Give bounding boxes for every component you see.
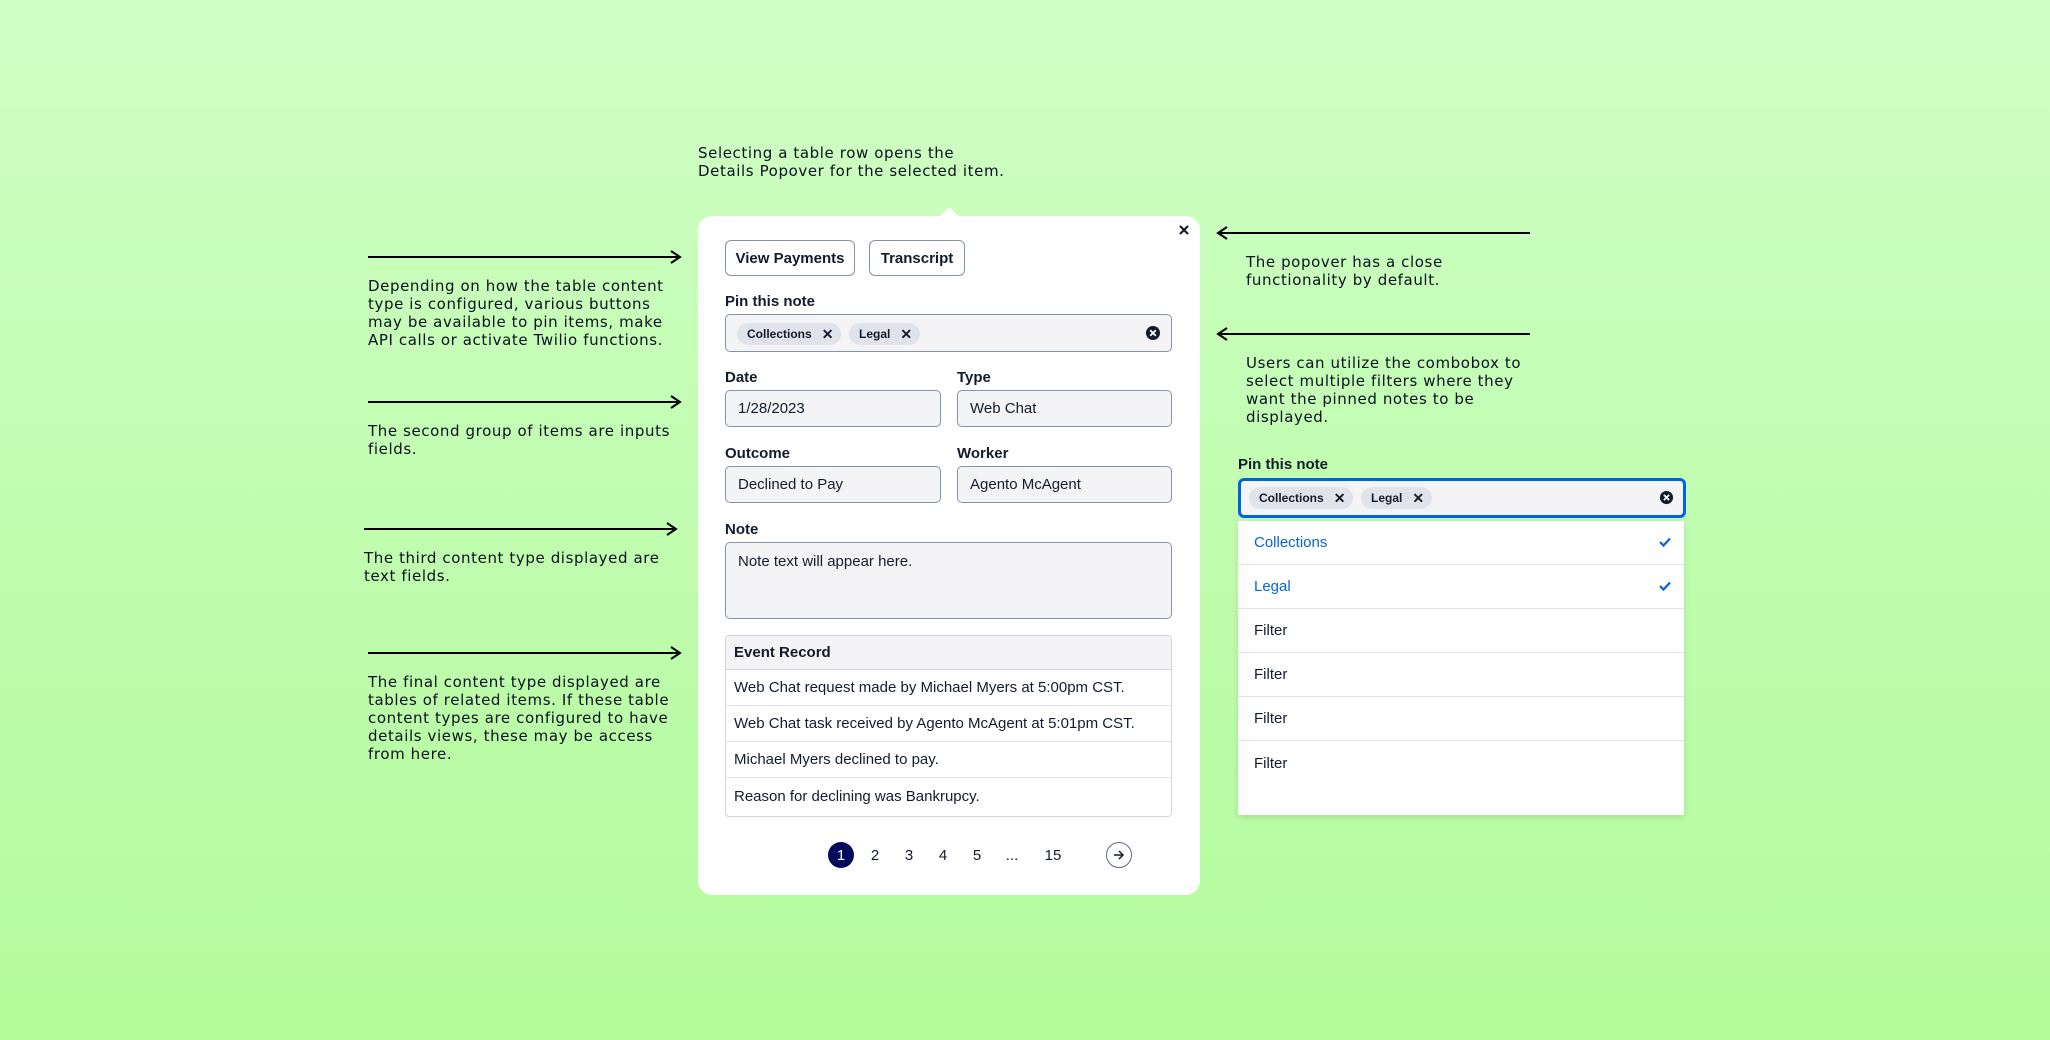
- check-icon: [1659, 537, 1671, 548]
- table-row[interactable]: Michael Myers declined to pay.: [726, 742, 1171, 778]
- remove-chip-icon[interactable]: ✕: [1412, 490, 1424, 507]
- annotation-inputs: The second group of items are inputs fie…: [368, 422, 670, 458]
- pin-note-label-example: Pin this note: [1238, 456, 1328, 473]
- pagination: 1 2 3 4 5 ... 15: [698, 842, 1200, 870]
- table-row[interactable]: Web Chat request made by Michael Myers a…: [726, 670, 1171, 706]
- arrow-right-icon: [1114, 850, 1125, 860]
- chip-label: Legal: [859, 327, 891, 341]
- outcome-field[interactable]: Declined to Pay: [725, 466, 941, 503]
- worker-field[interactable]: Agento McAgent: [957, 466, 1172, 503]
- arrow-right-icon: [368, 250, 682, 264]
- note-textarea[interactable]: Note text will appear here.: [725, 542, 1172, 619]
- arrow-right-icon: [368, 395, 682, 409]
- pin-note-combobox-focused[interactable]: Collections ✕ Legal ✕: [1238, 478, 1686, 518]
- annotation-tables: The final content type displayed are tab…: [368, 673, 670, 763]
- date-label: Date: [725, 369, 758, 386]
- annotation-text-fields: The third content type displayed are tex…: [364, 549, 660, 585]
- chip-legal[interactable]: Legal ✕: [1361, 487, 1433, 509]
- event-record-table: Event Record Web Chat request made by Mi…: [725, 635, 1172, 817]
- annotation-popover-intro: Selecting a table row opens the Details …: [698, 144, 1005, 180]
- pin-note-combobox[interactable]: Collections ✕ Legal ✕: [725, 314, 1172, 352]
- chip-label: Collections: [747, 327, 812, 341]
- outcome-label: Outcome: [725, 445, 791, 462]
- chip-collections[interactable]: Collections ✕: [1249, 487, 1354, 509]
- annotation-buttons: Depending on how the table content type …: [368, 277, 664, 349]
- type-field[interactable]: Web Chat: [957, 390, 1172, 427]
- pin-note-label: Pin this note: [725, 293, 815, 310]
- table-row[interactable]: Web Chat task received by Agento McAgent…: [726, 706, 1171, 742]
- page-2[interactable]: 2: [862, 842, 888, 868]
- option-label: Filter: [1254, 710, 1288, 727]
- chip-legal[interactable]: Legal ✕: [849, 323, 921, 345]
- option-label: Filter: [1254, 754, 1288, 772]
- details-popover: View Payments Transcript Pin this note C…: [698, 216, 1200, 895]
- arrow-right-icon: [368, 646, 682, 660]
- annotation-close: The popover has a close functionality by…: [1246, 253, 1443, 289]
- chip-collections[interactable]: Collections ✕: [737, 323, 842, 345]
- check-icon: [1659, 581, 1671, 592]
- page-3[interactable]: 3: [896, 842, 922, 868]
- annotation-combobox: Users can utilize the combobox to select…: [1246, 354, 1522, 426]
- table-header: Event Record: [726, 636, 1171, 670]
- note-label: Note: [725, 521, 759, 538]
- option-legal[interactable]: Legal: [1238, 565, 1684, 609]
- page-ellipsis: ...: [1005, 846, 1019, 864]
- date-field[interactable]: 1/28/2023: [725, 390, 941, 427]
- option-label: Filter: [1254, 666, 1288, 683]
- page-15[interactable]: 15: [1038, 842, 1068, 868]
- type-label: Type: [957, 369, 991, 386]
- remove-chip-icon[interactable]: ✕: [822, 326, 834, 343]
- option-filter[interactable]: Filter: [1238, 697, 1684, 741]
- worker-label: Worker: [957, 445, 1009, 462]
- arrow-left-icon: [1216, 327, 1530, 341]
- page-5[interactable]: 5: [964, 842, 990, 868]
- option-label: Filter: [1254, 622, 1288, 639]
- page-4[interactable]: 4: [930, 842, 956, 868]
- option-label: Legal: [1254, 578, 1291, 595]
- option-filter[interactable]: Filter: [1238, 741, 1684, 785]
- table-row[interactable]: Reason for declining was Bankrupcy.: [726, 778, 1171, 814]
- chip-label: Collections: [1259, 491, 1324, 505]
- view-payments-button[interactable]: View Payments: [725, 240, 855, 276]
- filter-listbox: Collections Legal Filter Filter Filter F…: [1238, 521, 1684, 815]
- next-page-button[interactable]: [1106, 842, 1132, 868]
- option-filter[interactable]: Filter: [1238, 653, 1684, 697]
- remove-chip-icon[interactable]: ✕: [1334, 490, 1346, 507]
- page-1[interactable]: 1: [828, 842, 854, 868]
- clear-icon[interactable]: [1145, 325, 1161, 341]
- close-icon[interactable]: [1174, 220, 1194, 240]
- arrow-left-icon: [1216, 226, 1530, 240]
- chip-label: Legal: [1371, 491, 1403, 505]
- transcript-button[interactable]: Transcript: [869, 240, 965, 276]
- remove-chip-icon[interactable]: ✕: [900, 326, 912, 343]
- arrow-right-icon: [364, 522, 678, 536]
- option-filter[interactable]: Filter: [1238, 609, 1684, 653]
- option-collections[interactable]: Collections: [1238, 521, 1684, 565]
- option-label: Collections: [1254, 534, 1328, 551]
- clear-icon[interactable]: [1659, 490, 1674, 505]
